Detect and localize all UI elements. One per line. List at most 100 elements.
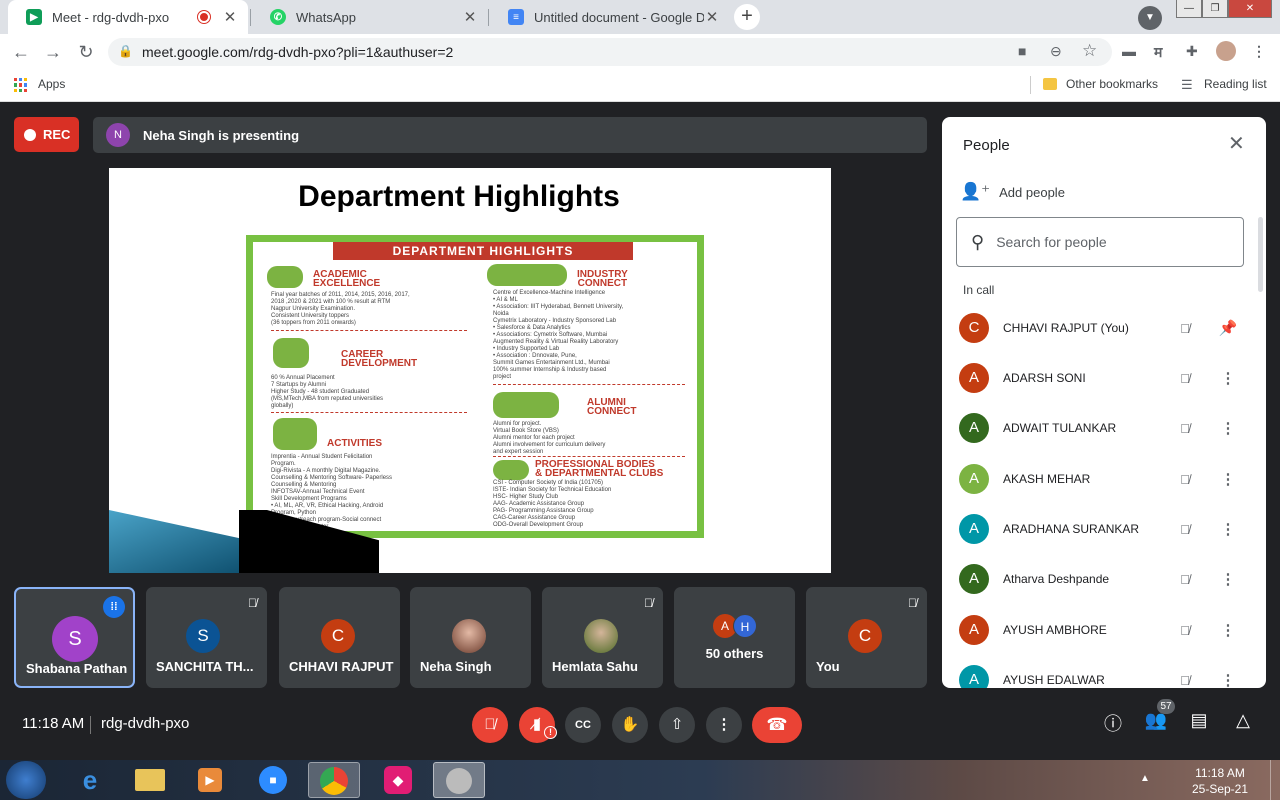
participant-row[interactable]: A Atharva Deshpande 🎙̸ ⋮ — [942, 555, 1266, 603]
self-tile[interactable]: 🎙̸ C You — [806, 587, 927, 688]
more-options-icon[interactable]: ⋮ — [1218, 369, 1238, 387]
others-tile[interactable]: A H 50 others — [674, 587, 795, 688]
menu-kebab-icon[interactable]: ⋮ — [1252, 43, 1266, 60]
close-window-button[interactable]: ✕ — [1228, 0, 1272, 18]
avatar: A — [959, 413, 989, 443]
career-heading: CAREER DEVELOPMENT — [341, 349, 418, 369]
divider — [271, 412, 467, 413]
docs-icon: ≡ — [508, 9, 524, 25]
system-clock[interactable]: 11:18 AM 25-Sep-21 — [1180, 765, 1260, 797]
meeting-clock: 11:18 AM — [22, 715, 85, 732]
end-call-button[interactable]: ☎ — [752, 707, 802, 743]
meeting-info-icon[interactable]: ⓘ — [1098, 710, 1128, 736]
mic-off-icon: 🎙̸ — [248, 596, 257, 610]
more-options-icon[interactable]: ⋮ — [1218, 621, 1238, 639]
list-item: Counselling & Mentoring — [271, 482, 337, 488]
file-explorer-icon[interactable] — [124, 762, 176, 798]
extensions-puzzle-icon[interactable]: ✚ — [1186, 43, 1198, 60]
list-item: Noida — [493, 311, 509, 317]
mic-off-button[interactable]: 🎙̸ — [472, 707, 508, 743]
internet-explorer-icon[interactable]: e — [64, 762, 116, 798]
captions-button[interactable]: CC — [565, 707, 601, 743]
apps-icon[interactable] — [14, 78, 28, 92]
new-tab-button[interactable]: + — [734, 4, 760, 30]
panel-title: People — [963, 137, 1010, 154]
zoom-icon[interactable]: ⊖ — [1050, 43, 1062, 60]
profile-avatar[interactable] — [1216, 41, 1236, 61]
activities-icon[interactable]: △ — [1228, 710, 1258, 731]
list-item: • Association: IIIT Hyderabad, Bennett U… — [493, 304, 624, 310]
list-item: AAG- Academic Assistance Group — [493, 501, 585, 507]
more-options-icon[interactable]: ⋮ — [1218, 520, 1238, 538]
search-input[interactable]: ⚲ Search for people — [956, 217, 1244, 267]
url-text[interactable]: meet.google.com/rdg-dvdh-pxo?pli=1&authu… — [142, 44, 453, 60]
participant-row[interactable]: C CHHAVI RAJPUT (You) 🎙̸ 📌 — [942, 304, 1266, 352]
participant-name: Hemlata Sahu — [552, 659, 638, 674]
media-player-icon[interactable]: ▶ — [184, 762, 236, 798]
extension-icon[interactable]: ▬ — [1122, 43, 1136, 59]
minimize-button[interactable]: — — [1176, 0, 1202, 18]
participant-name: AKASH MEHAR — [1003, 472, 1091, 486]
lock-icon[interactable]: 🔒 — [118, 44, 133, 58]
participant-row[interactable]: A ARADHANA SURANKAR 🎙̸ ⋮ — [942, 505, 1266, 553]
tab-close-button[interactable]: ✕ — [222, 8, 238, 26]
zoom-app-icon[interactable]: ■ — [247, 762, 299, 798]
poster-body: DEPARTMENT HIGHLIGHTS ACADEMIC EXCELLENC… — [253, 242, 697, 531]
folder-icon — [1043, 78, 1057, 90]
participant-row[interactable]: A AYUSH AMBHORE 🎙̸ ⋮ — [942, 606, 1266, 654]
camera-icon[interactable]: ■ — [1018, 43, 1026, 59]
bookmark-apps[interactable]: Apps — [38, 77, 65, 91]
divider — [493, 456, 685, 457]
participant-row[interactable]: A ADARSH SONI 🎙̸ ⋮ — [942, 354, 1266, 402]
panel-scrollbar[interactable] — [1258, 217, 1263, 292]
more-options-icon[interactable]: ⋮ — [1218, 671, 1238, 688]
participant-tile[interactable]: 🎙̸ Hemlata Sahu — [542, 587, 663, 688]
tab-meet[interactable]: ▶ Meet - rdg-dvdh-pxo ✕ — [8, 0, 248, 34]
more-options-icon[interactable]: ⋮ — [1218, 470, 1238, 488]
participant-tile[interactable]: ⁞⁞ S Shabana Pathan — [14, 587, 135, 688]
chrome-icon[interactable] — [308, 762, 360, 798]
start-button[interactable] — [6, 761, 46, 799]
participant-name: Shabana Pathan — [26, 661, 128, 676]
bookmark-star-icon[interactable]: ☆ — [1082, 41, 1097, 61]
forward-icon[interactable]: → — [42, 41, 64, 63]
tab-close-button[interactable]: ✕ — [462, 8, 478, 26]
industry-list: Centre of Excellence-Machine Intelligenc… — [493, 290, 623, 381]
app-icon[interactable]: ◆ — [372, 762, 424, 798]
translate-extension-icon[interactable]: म — [1154, 43, 1162, 62]
system-date: 25-Sep-21 — [1191, 782, 1249, 796]
pin-icon[interactable]: 📌 — [1218, 319, 1238, 337]
tab-google-docs[interactable]: ≡ Untitled document - Google Doc ✕ — [490, 0, 730, 34]
reload-icon[interactable]: ↻ — [75, 41, 97, 63]
recording-badge[interactable]: REC — [14, 117, 79, 152]
maximize-button[interactable]: ❐ — [1202, 0, 1228, 18]
list-item: Higher Study - 48 student Graduated — [271, 389, 370, 395]
bookmark-other[interactable]: Other bookmarks — [1066, 77, 1158, 91]
chat-icon[interactable]: ▤ — [1184, 710, 1214, 731]
back-icon[interactable]: ← — [10, 41, 32, 63]
more-options-button[interactable]: ⋮ — [706, 707, 742, 743]
list-item: ISTE- Indian Society for Technical Educa… — [493, 487, 612, 493]
more-options-icon[interactable]: ⋮ — [1218, 570, 1238, 588]
close-icon[interactable]: ✕ — [1228, 131, 1245, 156]
bookmark-reading-list[interactable]: Reading list — [1204, 77, 1267, 91]
more-options-icon[interactable]: ⋮ — [1218, 419, 1238, 437]
show-desktop-button[interactable] — [1270, 760, 1280, 800]
speaker-app-icon[interactable] — [433, 762, 485, 798]
tab-separator — [488, 9, 489, 26]
section-heading: In call — [963, 283, 995, 297]
tab-search-icon[interactable]: ▼ — [1138, 6, 1162, 30]
tab-whatsapp[interactable]: ✆ WhatsApp ✕ — [252, 0, 488, 34]
tray-expand-icon[interactable]: ▲ — [1140, 773, 1150, 784]
add-people-button[interactable]: 👤⁺ Add people — [960, 182, 1065, 202]
participant-tile[interactable]: 🎙̸ S SANCHITA TH... — [146, 587, 267, 688]
participant-tile[interactable]: C CHHAVI RAJPUT — [279, 587, 400, 688]
participant-row[interactable]: A AKASH MEHAR 🎙̸ ⋮ — [942, 455, 1266, 503]
participant-name: AYUSH AMBHORE — [1003, 623, 1107, 637]
present-button[interactable]: ⇧ — [659, 707, 695, 743]
participant-row[interactable]: A AYUSH EDALWAR 🎙̸ ⋮ — [942, 656, 1266, 688]
raise-hand-button[interactable]: ✋ — [612, 707, 648, 743]
tab-close-button[interactable]: ✕ — [704, 8, 720, 26]
participant-row[interactable]: A ADWAIT TULANKAR 🎙̸ ⋮ — [942, 404, 1266, 452]
participant-tile[interactable]: Neha Singh — [410, 587, 531, 688]
